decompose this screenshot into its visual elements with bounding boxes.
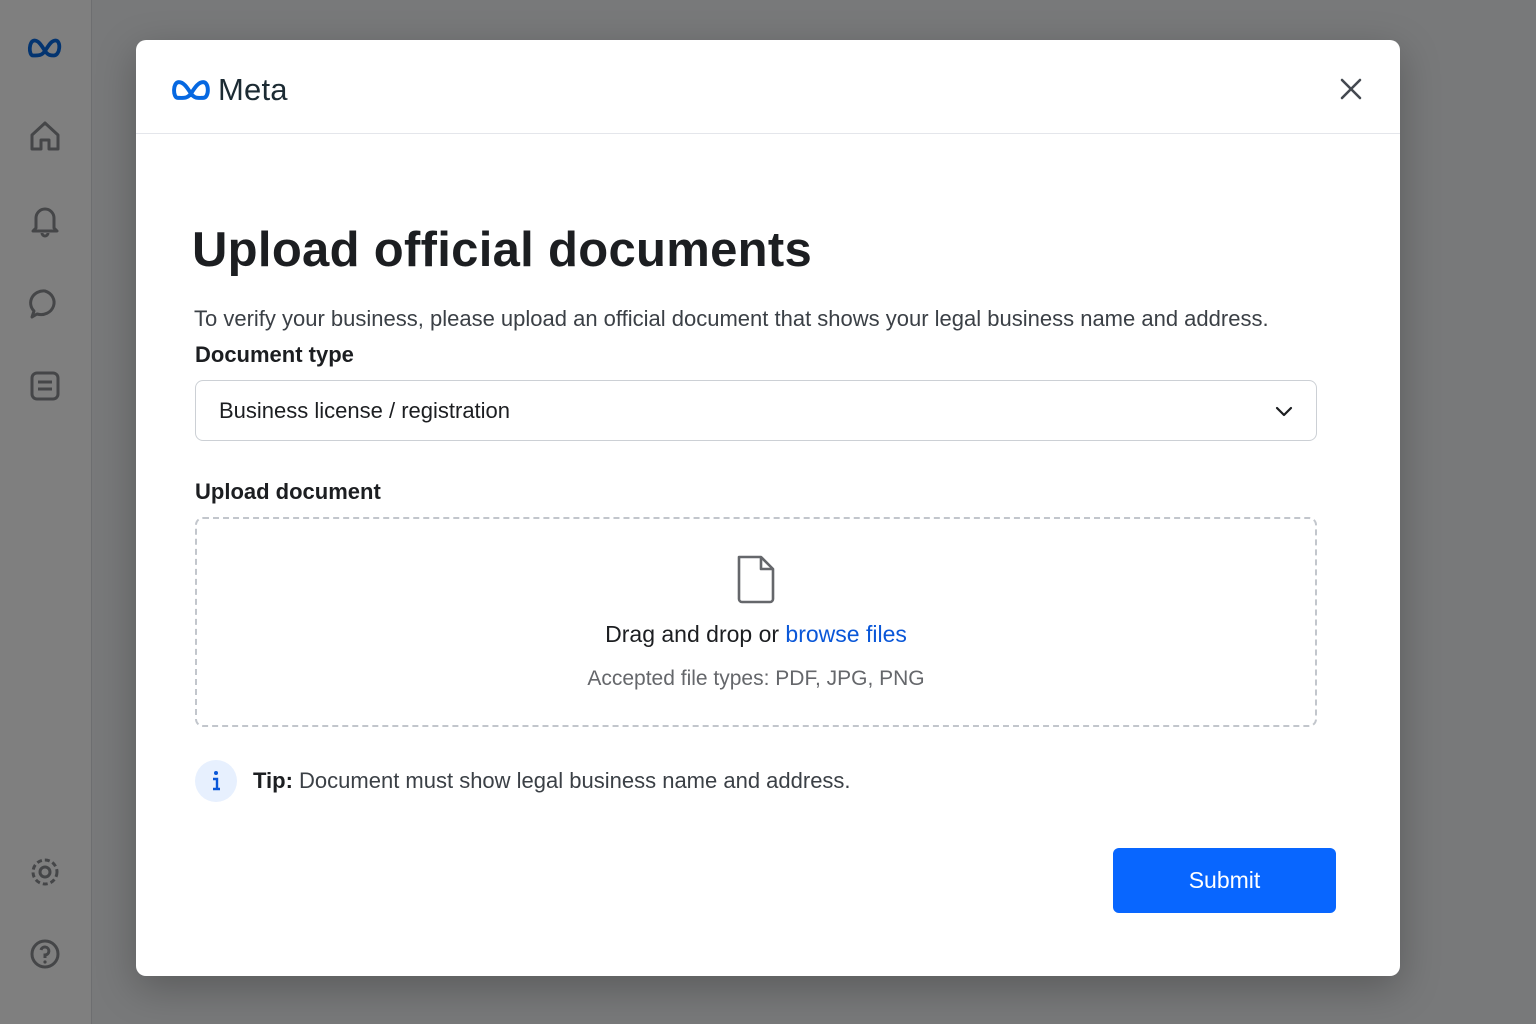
brand-logo: Meta <box>170 70 288 110</box>
browse-files-link[interactable]: browse files <box>785 621 906 647</box>
drag-drop-text: Drag and drop or <box>605 621 786 647</box>
tip-label: Tip: <box>253 768 293 793</box>
document-type-value: Business license / registration <box>219 397 511 423</box>
submit-button[interactable]: Submit <box>1113 848 1336 913</box>
tip-text: Tip: Document must show legal business n… <box>253 768 851 794</box>
dropzone-instructions: Drag and drop or browse files <box>197 621 1315 648</box>
close-button[interactable] <box>1332 70 1370 108</box>
chevron-down-icon <box>1275 406 1293 417</box>
tip-message: Document must show legal business name a… <box>292 768 851 793</box>
dialog-title: Upload official documents <box>192 223 813 277</box>
document-type-select[interactable]: Business license / registration <box>195 380 1317 441</box>
info-icon <box>195 760 237 802</box>
file-dropzone[interactable]: Drag and drop or browse files Accepted f… <box>195 517 1317 727</box>
brand-name: Meta <box>218 72 288 107</box>
dialog-header: Meta <box>136 40 1400 134</box>
file-icon <box>737 555 775 604</box>
close-icon <box>1340 78 1362 100</box>
document-type-label: Document type <box>195 342 354 367</box>
upload-document-label: Upload document <box>195 479 381 504</box>
tip-callout: Tip: Document must show legal business n… <box>195 760 851 802</box>
upload-documents-dialog: Meta Upload official documents To verify… <box>136 40 1400 976</box>
accepted-file-types: Accepted file types: PDF, JPG, PNG <box>587 667 925 690</box>
dialog-description: To verify your business, please upload a… <box>194 306 1269 331</box>
meta-logo-icon <box>172 80 210 100</box>
